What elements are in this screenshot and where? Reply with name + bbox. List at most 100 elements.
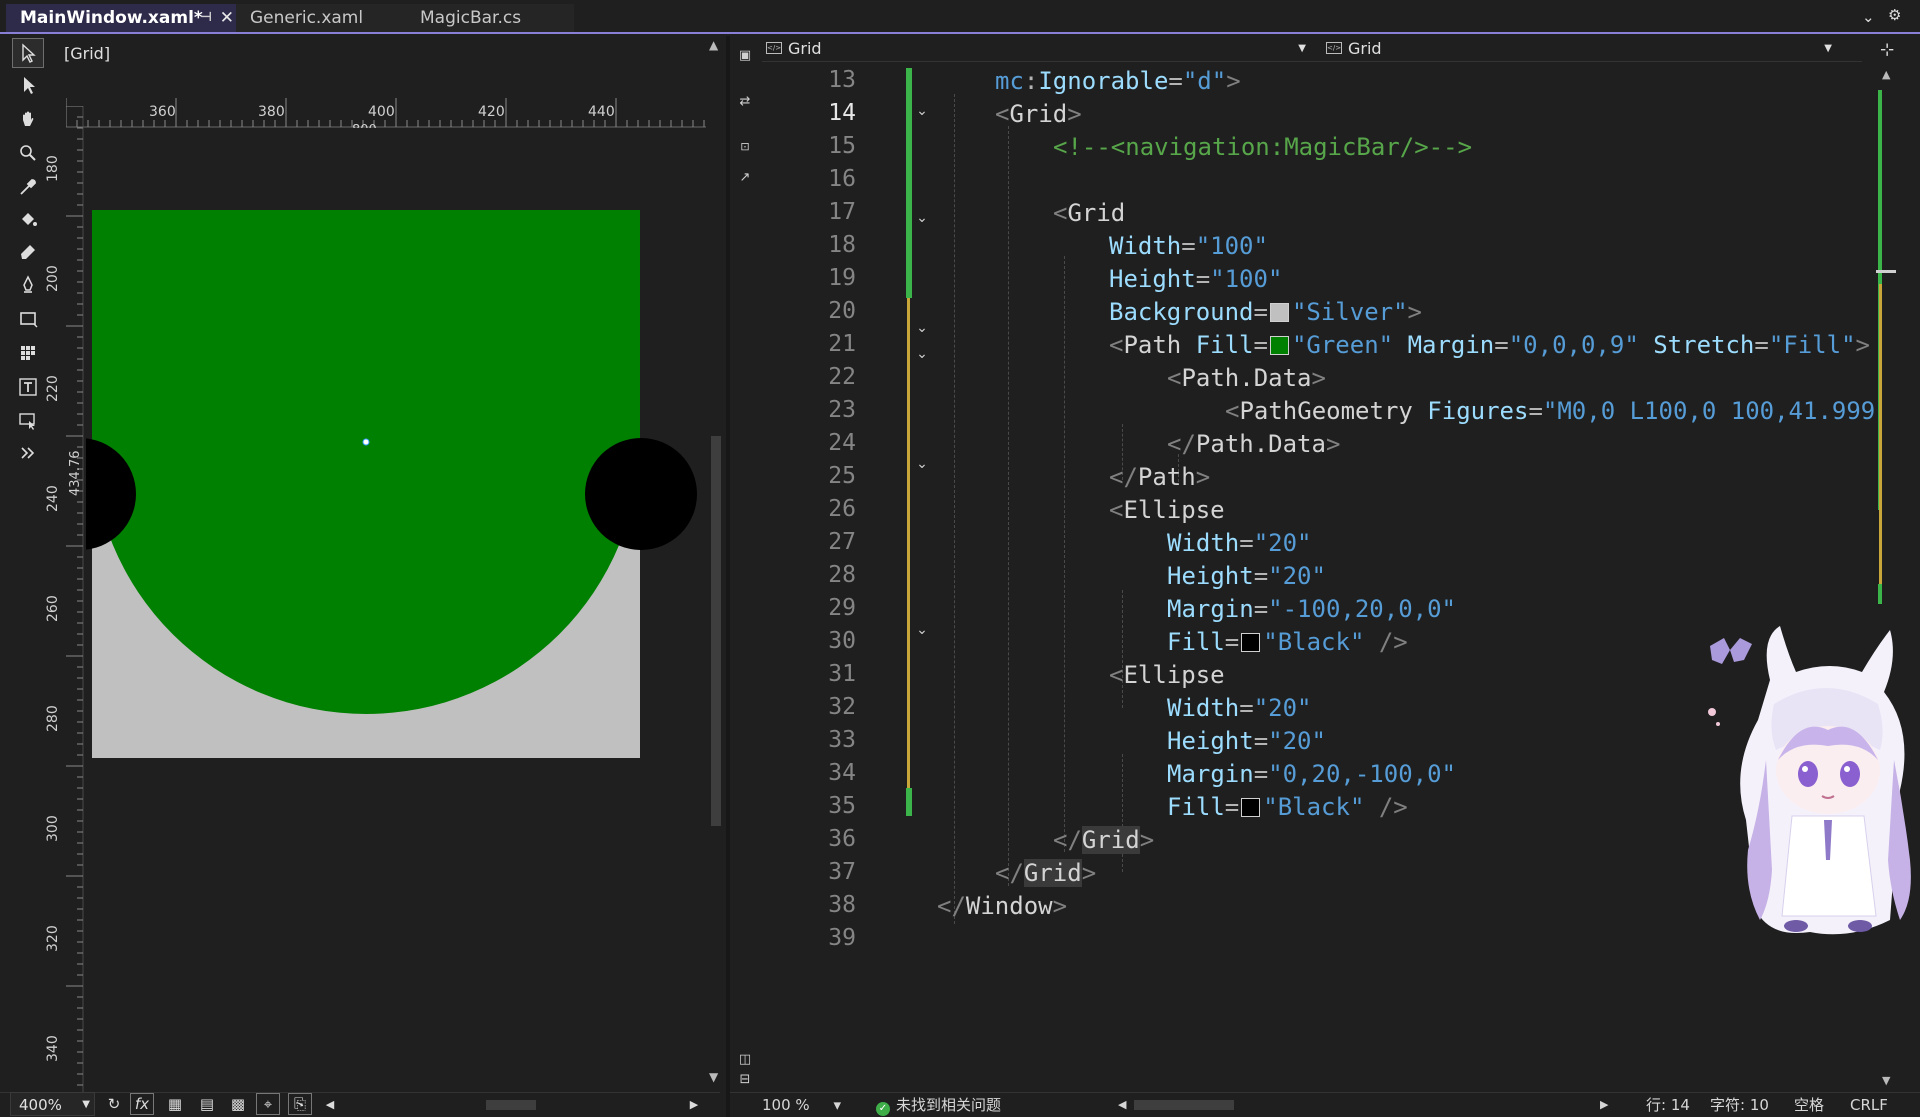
show-grid-icon[interactable]: ▦ [163, 1093, 187, 1115]
line-number[interactable]: 27 [762, 529, 856, 555]
line-number[interactable]: 19 [762, 265, 856, 291]
line-number[interactable]: 39 [762, 925, 856, 951]
pop-out-xaml-icon[interactable]: ▣ [736, 48, 754, 66]
line-number[interactable]: 18 [762, 232, 856, 258]
line-number[interactable]: 26 [762, 496, 856, 522]
column-indicator[interactable]: 字符: 10 [1710, 1093, 1769, 1117]
code-line-13[interactable]: mc:Ignorable="d"> [937, 67, 1241, 95]
line-number[interactable]: 25 [762, 463, 856, 489]
code-line-37[interactable]: </Grid> [937, 859, 1096, 887]
line-number[interactable]: 37 [762, 859, 856, 885]
eyedropper-icon[interactable] [12, 172, 44, 202]
code-line-23[interactable]: <PathGeometry Figures="M0,0 L100,0 100,4… [937, 397, 1875, 425]
line-number[interactable]: 14 [762, 100, 856, 126]
code-line-34[interactable]: Margin="0,20,-100,0" [937, 760, 1456, 788]
zoom-icon[interactable] [12, 138, 44, 168]
designer-zoom-select[interactable]: 400% ▼ [10, 1092, 95, 1116]
nav-scope-dropdown-left[interactable]: </> Grid ▼ [762, 36, 1314, 62]
line-number[interactable]: 30 [762, 628, 856, 654]
tab-overflow-chevron-icon[interactable]: ⌄ [1862, 8, 1875, 26]
color-swatch-silver[interactable] [1269, 303, 1289, 322]
line-ending-indicator[interactable]: CRLF [1850, 1093, 1888, 1117]
scroll-down-icon[interactable]: ▼ [709, 1070, 718, 1084]
editor-zoom-select[interactable]: 100 % ▾ [762, 1093, 841, 1117]
select-arrow-icon[interactable] [12, 38, 44, 68]
refresh-icon[interactable]: ↻ [102, 1093, 126, 1115]
line-indicator[interactable]: 行: 14 [1646, 1093, 1690, 1117]
rectangle-icon[interactable] [12, 304, 44, 334]
line-number[interactable]: 13 [762, 67, 856, 93]
line-number[interactable]: 31 [762, 661, 856, 687]
editor-horizontal-scroll-thumb[interactable] [1134, 1100, 1234, 1110]
code-line-28[interactable]: Height="20" [937, 562, 1326, 590]
code-line-33[interactable]: Height="20" [937, 727, 1326, 755]
line-number[interactable]: 36 [762, 826, 856, 852]
line-number[interactable]: 33 [762, 727, 856, 753]
whitespace-indicator[interactable]: 空格 [1794, 1093, 1824, 1117]
line-number[interactable]: 20 [762, 298, 856, 324]
scroll-up-icon[interactable]: ▲ [709, 38, 718, 52]
line-number[interactable]: 23 [762, 397, 856, 423]
fold-chevron-icon[interactable]: ⌄ [914, 622, 930, 638]
code-line-22[interactable]: <Path.Data> [937, 364, 1326, 392]
scroll-right-icon[interactable]: ▶ [1600, 1093, 1608, 1117]
code-line-18[interactable]: Width="100" [937, 232, 1268, 260]
eraser-icon[interactable] [12, 236, 44, 266]
designer-breadcrumb[interactable]: [Grid] [64, 44, 110, 63]
tab-mainwindow-xaml[interactable]: MainWindow.xaml* ⊣ ✕ [6, 4, 242, 32]
tab-magicbar-cs[interactable]: MagicBar.cs [406, 4, 574, 32]
line-number[interactable]: 35 [762, 793, 856, 819]
grid-panel-icon[interactable] [12, 338, 44, 368]
fold-chevron-icon[interactable]: ⌄ [914, 346, 930, 362]
snap-gridlines-icon[interactable]: ▤ [195, 1093, 219, 1115]
code-line-36[interactable]: </Grid> [937, 826, 1154, 854]
edit-template-icon[interactable]: ↗ [736, 170, 754, 188]
scroll-left-icon[interactable]: ◀ [1118, 1093, 1126, 1117]
code-line-14[interactable]: <Grid> [937, 100, 1082, 128]
designer-vertical-scrollbar[interactable]: ▲ ▼ [708, 36, 724, 1086]
fold-chevron-icon[interactable]: ⌄ [914, 320, 930, 336]
code-line-27[interactable]: Width="20" [937, 529, 1312, 557]
split-editor-icon[interactable]: ⊹ [1880, 40, 1894, 60]
line-number[interactable]: 34 [762, 760, 856, 786]
issues-indicator[interactable]: ✓ 未找到相关问题 [876, 1093, 1001, 1117]
color-swatch-black[interactable] [1241, 798, 1261, 817]
black-ellipse-right[interactable] [585, 438, 697, 550]
pan-hand-icon[interactable] [12, 104, 44, 134]
snap-snaplines-icon[interactable]: ⌖ [256, 1093, 280, 1115]
designer-horizontal-scroll-thumb[interactable] [486, 1100, 536, 1110]
code-line-35[interactable]: Fill= "Black" /> [937, 793, 1408, 821]
code-line-26[interactable]: <Ellipse [937, 496, 1225, 524]
code-line-29[interactable]: Margin="-100,20,0,0" [937, 595, 1456, 623]
fold-chevron-icon[interactable]: ⌄ [914, 103, 930, 119]
code-line-20[interactable]: Background= "Silver"> [937, 298, 1422, 326]
scroll-down-icon[interactable]: ▼ [1882, 1074, 1890, 1087]
scroll-up-icon[interactable]: ▲ [1882, 68, 1890, 81]
pointer-icon[interactable] [12, 70, 44, 100]
effects-fx-icon[interactable]: fx [130, 1093, 154, 1115]
code-line-24[interactable]: </Path.Data> [937, 430, 1340, 458]
line-number[interactable]: 17 [762, 199, 856, 225]
code-line-32[interactable]: Width="20" [937, 694, 1312, 722]
line-number[interactable]: 22 [762, 364, 856, 390]
code-line-17[interactable]: <Grid [937, 199, 1125, 227]
nav-scope-dropdown-right[interactable]: </> Grid ▼ [1322, 36, 1840, 62]
design-canvas[interactable] [86, 146, 706, 1066]
scroll-left-icon[interactable]: ◀ [318, 1093, 342, 1115]
project-code-icon[interactable]: ⎘ [288, 1093, 312, 1115]
expand-tools-icon[interactable] [12, 438, 44, 468]
line-number[interactable]: 29 [762, 595, 856, 621]
tab-generic-xaml[interactable]: Generic.xaml [236, 4, 412, 32]
code-line-25[interactable]: </Path> [937, 463, 1210, 491]
code-line-31[interactable]: <Ellipse [937, 661, 1225, 689]
line-number[interactable]: 28 [762, 562, 856, 588]
fold-chevron-icon[interactable]: ⌄ [914, 456, 930, 472]
color-swatch-black[interactable] [1241, 633, 1261, 652]
pin-icon[interactable]: ⊣ [200, 4, 212, 32]
line-number[interactable]: 32 [762, 694, 856, 720]
horizontal-split-icon[interactable]: ⊟ [736, 1072, 754, 1090]
scroll-thumb[interactable] [711, 436, 721, 826]
code-line-21[interactable]: <Path Fill= "Green" Margin="0,0,0,9" Stre… [937, 331, 1870, 359]
line-number[interactable]: 16 [762, 166, 856, 192]
control-cursor-icon[interactable] [12, 406, 44, 436]
